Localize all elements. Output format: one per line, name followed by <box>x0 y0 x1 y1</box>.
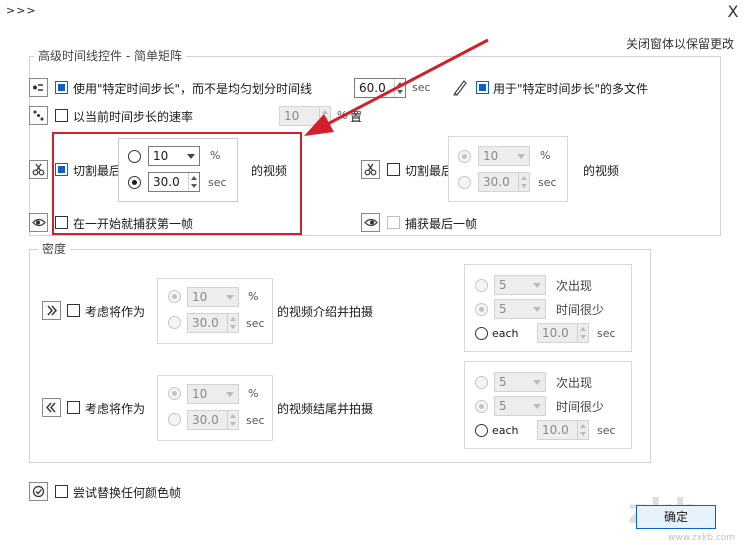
outro-rare-combo[interactable]: 5 <box>494 396 546 416</box>
multi-file-label: 用于"特定时间步长"的多文件 <box>493 82 649 96</box>
outro-percent-unit: % <box>248 387 259 400</box>
cut-last-right-suffix: 的视频 <box>583 164 620 178</box>
capture-last-label: 捕获最后一帧 <box>405 217 478 231</box>
intro-percent-value: 10 <box>192 290 208 304</box>
cut-last-right-checkbox[interactable] <box>387 163 400 176</box>
outro-occur-value: 5 <box>499 375 507 389</box>
outro-suffix: 的视频结尾并拍摄 <box>277 402 374 416</box>
outro-each-radio[interactable] <box>475 424 488 437</box>
intro-seconds-input[interactable]: 30.0 <box>187 313 239 333</box>
dots-icon[interactable] <box>29 106 48 125</box>
intro-each-input[interactable]: 10.0 <box>537 323 589 343</box>
scissors-icon[interactable] <box>29 160 48 179</box>
close-button[interactable]: X <box>722 2 744 22</box>
outro-percent-value: 10 <box>192 387 208 401</box>
replace-color-checkbox[interactable] <box>55 485 68 498</box>
cut-right-seconds-unit: sec <box>538 176 557 189</box>
intro-occur-label: 次出现 <box>556 279 593 293</box>
watermark-url: www.zxkb.com <box>668 533 736 543</box>
density-group-legend: 密度 <box>38 240 71 257</box>
cut-right-percent-combo[interactable]: 10 <box>478 146 530 166</box>
cut-right-percent-unit: % <box>540 149 551 162</box>
window-title: >>> <box>6 4 37 17</box>
intro-occur-value: 5 <box>499 278 507 292</box>
outro-occur-radio[interactable] <box>475 376 488 389</box>
intro-each-label: each <box>492 327 519 340</box>
forward-icon[interactable] <box>42 301 61 320</box>
check-circle-icon[interactable] <box>29 482 48 501</box>
intro-suffix: 的视频介绍并拍摄 <box>277 305 374 319</box>
intro-percent-radio[interactable] <box>168 290 181 303</box>
outro-occur-combo[interactable]: 5 <box>494 372 546 392</box>
advanced-group-legend: 高级时间线控件 - 简单矩阵 <box>34 47 186 64</box>
intro-label: 考虑将作为 <box>85 305 146 319</box>
outro-percent-radio[interactable] <box>168 387 181 400</box>
intro-occur-combo[interactable]: 5 <box>494 275 546 295</box>
outro-checkbox[interactable] <box>67 401 80 414</box>
intro-each-unit: sec <box>597 327 616 340</box>
intro-checkbox[interactable] <box>67 304 80 317</box>
cut-right-percent-value: 10 <box>483 149 499 163</box>
eye-icon[interactable] <box>361 213 380 232</box>
cut-right-percent-radio[interactable] <box>458 150 471 163</box>
outro-rare-radio[interactable] <box>475 400 488 413</box>
cut-last-right-label: 切割最后 <box>405 164 454 178</box>
highlight-box <box>52 132 302 235</box>
intro-seconds-unit: sec <box>246 317 265 330</box>
eye-icon[interactable] <box>29 213 48 232</box>
cut-right-seconds-input[interactable]: 30.0 <box>478 172 530 192</box>
cut-right-seconds-value: 30.0 <box>483 175 510 189</box>
intro-percent-unit: % <box>248 290 259 303</box>
outro-seconds-radio[interactable] <box>168 413 181 426</box>
scissors-icon[interactable] <box>361 160 380 179</box>
close-to-keep-changes-label: 关闭窗体以保留更改 <box>626 37 735 51</box>
rate-label: 以当前时间步长的速率 <box>73 110 194 124</box>
step-icon[interactable] <box>29 78 48 97</box>
replace-color-label: 尝试替换任何颜色帧 <box>73 486 182 500</box>
outro-seconds-input[interactable]: 30.0 <box>187 410 239 430</box>
outro-each-label: each <box>492 424 519 437</box>
intro-rare-label: 时间很少 <box>556 303 605 317</box>
outro-occur-label: 次出现 <box>556 376 593 390</box>
intro-rare-radio[interactable] <box>475 303 488 316</box>
rate-checkbox[interactable] <box>55 109 68 122</box>
outro-rare-value: 5 <box>499 399 507 413</box>
outro-seconds-unit: sec <box>246 414 265 427</box>
intro-occur-radio[interactable] <box>475 279 488 292</box>
outro-label: 考虑将作为 <box>85 402 146 416</box>
outro-each-value: 10.0 <box>542 423 569 437</box>
capture-last-checkbox[interactable] <box>387 216 400 229</box>
intro-rare-combo[interactable]: 5 <box>494 299 546 319</box>
outro-percent-combo[interactable]: 10 <box>187 384 239 404</box>
intro-each-value: 10.0 <box>542 326 569 340</box>
fixed-step-label: 使用"特定时间步长"，而不是均匀划分时间线 <box>73 82 313 96</box>
intro-each-radio[interactable] <box>475 327 488 340</box>
ok-button[interactable]: 确定 <box>636 505 716 529</box>
intro-percent-combo[interactable]: 10 <box>187 287 239 307</box>
outro-seconds-value: 30.0 <box>192 413 219 427</box>
outro-each-input[interactable]: 10.0 <box>537 420 589 440</box>
outro-each-unit: sec <box>597 424 616 437</box>
cut-right-seconds-radio[interactable] <box>458 176 471 189</box>
annotation-arrow <box>304 38 489 136</box>
rewind-icon[interactable] <box>42 398 61 417</box>
intro-rare-value: 5 <box>499 302 507 316</box>
intro-seconds-value: 30.0 <box>192 316 219 330</box>
outro-rare-label: 时间很少 <box>556 400 605 414</box>
fixed-step-checkbox[interactable] <box>55 81 68 94</box>
intro-seconds-radio[interactable] <box>168 316 181 329</box>
